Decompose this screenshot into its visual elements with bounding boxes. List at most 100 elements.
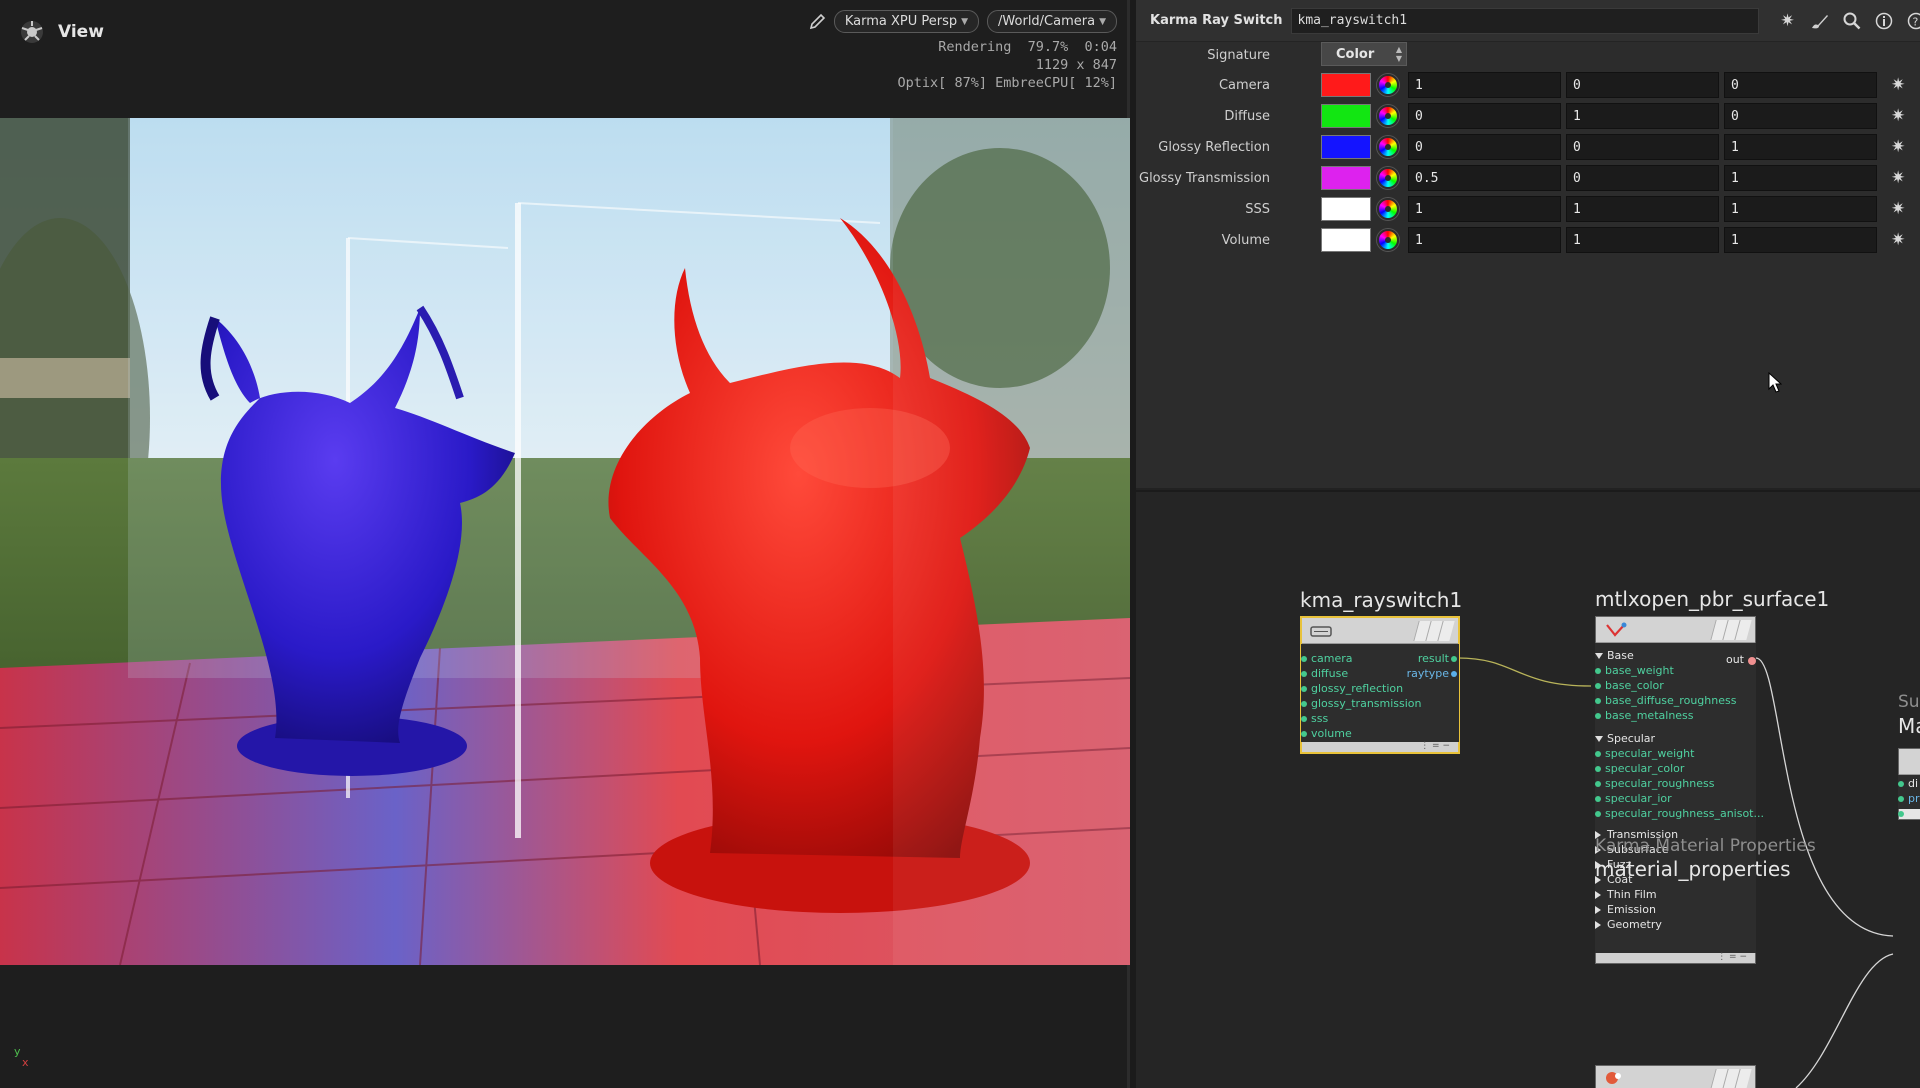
value-field-g[interactable]: 0 [1566, 134, 1719, 160]
color-wheel-icon[interactable] [1377, 198, 1399, 220]
color-swatch[interactable] [1321, 73, 1371, 97]
value-field-b[interactable]: 1 [1724, 165, 1877, 191]
rayswitch-node[interactable]: camera diffuse glossy_reflection glossy_tra… [1300, 616, 1460, 754]
view-pane-icon[interactable] [18, 18, 46, 46]
value-field-g[interactable]: 0 [1566, 72, 1719, 98]
input-displacement[interactable]: di [1897, 777, 1918, 791]
scene-viewport[interactable]: View Karma XPU Persp ▼ /World/Camera ▼ R… [0, 0, 1130, 1088]
color-swatch[interactable] [1321, 166, 1371, 190]
pbr-surface-node[interactable]: Base base_weight base_color base_diffuse_ro… [1594, 616, 1764, 964]
value-field-r[interactable]: 1 [1408, 196, 1561, 222]
color-wheel-icon[interactable] [1377, 167, 1399, 189]
gear-icon[interactable]: ✷ [1777, 10, 1799, 32]
value-field-g[interactable]: 1 [1566, 227, 1719, 253]
input-specular-ior[interactable]: specular_ior [1595, 792, 1672, 806]
gear-icon[interactable]: ✷ [1891, 106, 1905, 126]
output-result[interactable]: result [1418, 652, 1449, 666]
value-field-r[interactable]: 0.5 [1408, 165, 1561, 191]
value-field-b[interactable]: 1 [1724, 134, 1877, 160]
signature-label: Signature [1207, 47, 1270, 63]
materialx-icon [1606, 622, 1627, 637]
render-device-usage-text: Optix[ 87%] EmbreeCPU[ 12%] [897, 75, 1117, 91]
color-swatch[interactable] [1321, 135, 1371, 159]
camera-menu[interactable]: /World/Camera ▼ [987, 10, 1117, 33]
group-base[interactable]: Base [1595, 649, 1634, 663]
input-volume[interactable]: volume [1301, 727, 1352, 741]
node-header-bar [1302, 618, 1458, 644]
group-specular[interactable]: Specular [1595, 732, 1655, 746]
gear-icon[interactable]: ✷ [1891, 168, 1905, 188]
viewport-title: View [58, 22, 104, 42]
color-swatch[interactable] [1321, 104, 1371, 128]
input-specular-color[interactable]: specular_color [1594, 762, 1684, 776]
output-raytype[interactable]: raytype [1407, 667, 1449, 681]
node-flag-slots[interactable] [1413, 621, 1455, 641]
signature-menu[interactable]: Color ▲ ▼ [1321, 42, 1407, 66]
node-name-field[interactable]: kma_rayswitch1 [1290, 7, 1759, 34]
value-field-b[interactable]: 1 [1724, 227, 1877, 253]
value-field-r[interactable]: 1 [1408, 227, 1561, 253]
input-diffuse[interactable]: diffuse [1300, 667, 1348, 681]
value-field-g[interactable]: 1 [1566, 103, 1719, 129]
input-glossy-reflection[interactable]: glossy_reflection [1300, 682, 1403, 696]
input-specular-roughness-anisot---[interactable]: specular_roughness_anisot... [1595, 807, 1764, 821]
help-icon[interactable]: ? [1905, 10, 1920, 32]
renderer-menu[interactable]: Karma XPU Persp ▼ [833, 10, 980, 33]
render-image[interactable] [0, 118, 1130, 965]
gear-icon[interactable]: ✷ [1891, 137, 1905, 157]
color-wheel-icon[interactable] [1377, 136, 1399, 158]
param-label: Glossy Reflection [1158, 139, 1270, 155]
value-field-r[interactable]: 0 [1408, 103, 1561, 129]
value-field-g[interactable]: 1 [1566, 196, 1719, 222]
input-sss[interactable]: sss [1300, 712, 1328, 726]
matprops-node-title: material_properties [1595, 857, 1791, 881]
material-properties-node[interactable] [1595, 1065, 1756, 1088]
render-scene [0, 118, 1130, 965]
input-base-weight[interactable]: base_weight [1595, 664, 1674, 678]
value-field-b[interactable]: 0 [1724, 72, 1877, 98]
group-thin-film[interactable]: Thin Film [1595, 888, 1657, 902]
input-base-color[interactable]: base_color [1595, 679, 1664, 693]
param-label: Volume [1221, 232, 1270, 248]
gear-icon[interactable]: ✷ [1891, 199, 1905, 219]
value-field-b[interactable]: 1 [1724, 196, 1877, 222]
color-swatch[interactable] [1321, 197, 1371, 221]
chevron-down-icon: ▼ [1099, 16, 1106, 27]
value-field-b[interactable]: 0 [1724, 103, 1877, 129]
signature-value: Color [1336, 46, 1375, 62]
group-emission[interactable]: Emission [1595, 903, 1656, 917]
color-swatch[interactable] [1321, 228, 1371, 252]
input-next[interactable]: ne [1898, 807, 1920, 821]
value-field-r[interactable]: 0 [1408, 134, 1561, 160]
pencil-icon[interactable] [808, 13, 826, 31]
output-out[interactable]: out [1726, 653, 1744, 667]
matprops-node-subtitle: Karma Material Properties [1595, 836, 1816, 856]
gear-icon[interactable]: ✷ [1891, 230, 1905, 250]
input-specular-roughness[interactable]: specular_roughness [1594, 777, 1714, 791]
input-glossy-transmission[interactable]: glossy_transmission [1301, 697, 1422, 711]
input-camera[interactable]: camera [1301, 652, 1353, 666]
color-wheel-icon[interactable] [1377, 229, 1399, 251]
search-icon[interactable] [1841, 10, 1863, 32]
brush-icon[interactable] [1809, 10, 1831, 32]
wire-result-to-base-color [1457, 657, 1592, 687]
node-header-bar [1596, 617, 1755, 643]
value-field-g[interactable]: 0 [1566, 165, 1719, 191]
node-flag-slots[interactable] [1710, 620, 1752, 640]
gear-icon[interactable]: ✷ [1891, 75, 1905, 95]
node-flag-slots[interactable] [1710, 1069, 1752, 1088]
node-network[interactable]: kma_rayswitch1 camera diffuse glossy_refle… [1136, 492, 1920, 1088]
info-icon[interactable] [1873, 10, 1895, 32]
input-properties[interactable]: pr [1898, 792, 1920, 806]
param-label: Glossy Transmission [1139, 170, 1270, 186]
parameter-pane: Karma Ray Switch kma_rayswitch1 ✷ ? Sign… [1136, 0, 1920, 490]
color-wheel-icon[interactable] [1377, 74, 1399, 96]
material-output-node[interactable]: di pr ne [1897, 748, 1920, 821]
color-wheel-icon[interactable] [1377, 105, 1399, 127]
input-base-diffuse-roughness[interactable]: base_diffuse_roughness [1594, 694, 1736, 708]
input-specular-weight[interactable]: specular_weight [1594, 747, 1694, 761]
input-base-metalness[interactable]: base_metalness [1595, 709, 1694, 723]
param-row-sss: SSS 1 1 1 ✷ [1136, 196, 1920, 222]
value-field-r[interactable]: 1 [1408, 72, 1561, 98]
group-geometry[interactable]: Geometry [1595, 918, 1662, 932]
